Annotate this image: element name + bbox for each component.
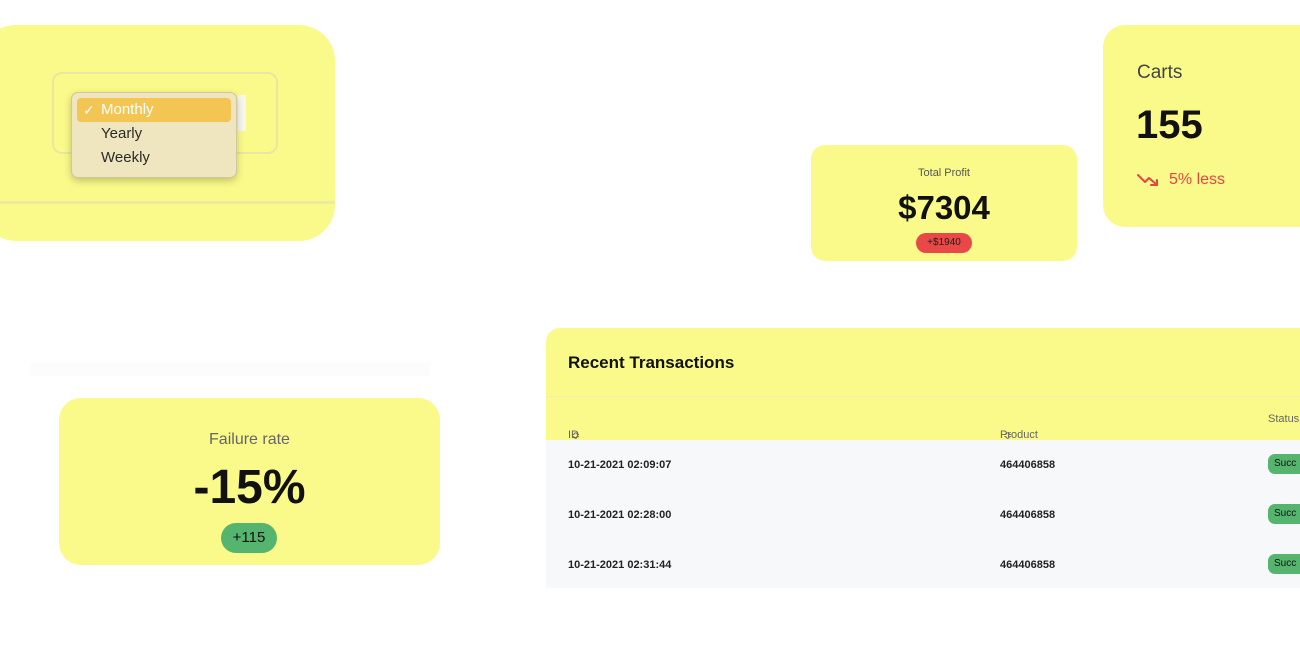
failure-rate-change-badge: +115 [221, 523, 277, 553]
failure-rate-card: Failure rate -15% +115 [59, 398, 440, 565]
carts-value: 155 [1136, 103, 1203, 147]
trending-down-icon [1137, 174, 1158, 186]
total-profit-card: Total Profit $7304 +$1940 [811, 145, 1077, 261]
period-dropdown-menu: ✓ Monthly Yearly Weekly [71, 92, 237, 178]
status-badge: Succ [1268, 454, 1300, 474]
table-column-headers: ID≎ Product Name≎ Status [546, 396, 1300, 453]
carts-label: Carts [1137, 62, 1183, 83]
table-row[interactable]: 10-21-2021 02:31:44 464406858 Succ [546, 540, 1300, 588]
total-profit-change-badge: +$1940 [916, 233, 972, 253]
recent-transactions-table: Recent Transactions ID≎ Product Name≎ St… [546, 328, 1300, 588]
table-row[interactable]: 10-21-2021 02:09:07 464406858 Succ [546, 440, 1300, 490]
menu-item-monthly[interactable]: ✓ Monthly [77, 98, 231, 122]
failure-rate-label: Failure rate [209, 431, 290, 448]
status-badge: Succ [1268, 504, 1300, 524]
menu-item-label: Yearly [101, 125, 143, 142]
menu-item-label: Monthly [101, 101, 154, 118]
cell-id: 10-21-2021 02:09:07 [568, 459, 672, 471]
table-title: Recent Transactions [568, 353, 735, 372]
table-header: Recent Transactions [546, 328, 1300, 396]
period-select-card: ✓ Monthly Yearly Weekly [0, 25, 335, 241]
carts-trend: 5% less [1137, 171, 1225, 189]
total-profit-value: $7304 [898, 189, 990, 226]
carts-card: Carts 155 5% less [1103, 25, 1300, 227]
cell-product: 464406858 [1000, 559, 1056, 571]
faint-divider [30, 362, 430, 376]
cell-id: 10-21-2021 02:31:44 [568, 559, 672, 571]
menu-item-label: Weekly [101, 149, 150, 166]
total-profit-label: Total Profit [918, 167, 970, 179]
carts-trend-text: 5% less [1169, 171, 1226, 188]
cell-product: 464406858 [1000, 459, 1056, 471]
checkmark-icon: ✓ [83, 102, 95, 118]
period-select-button-edge[interactable] [238, 95, 246, 131]
menu-item-yearly[interactable]: Yearly [77, 122, 231, 146]
card-divider [0, 201, 335, 204]
failure-rate-value: -15% [193, 461, 306, 514]
status-badge: Succ [1268, 554, 1300, 574]
menu-item-weekly[interactable]: Weekly [77, 146, 231, 170]
column-header-status[interactable]: Status [1268, 413, 1299, 425]
cell-product: 464406858 [1000, 509, 1056, 521]
table-row[interactable]: 10-21-2021 02:28:00 464406858 Succ [546, 490, 1300, 540]
cell-id: 10-21-2021 02:28:00 [568, 509, 672, 521]
